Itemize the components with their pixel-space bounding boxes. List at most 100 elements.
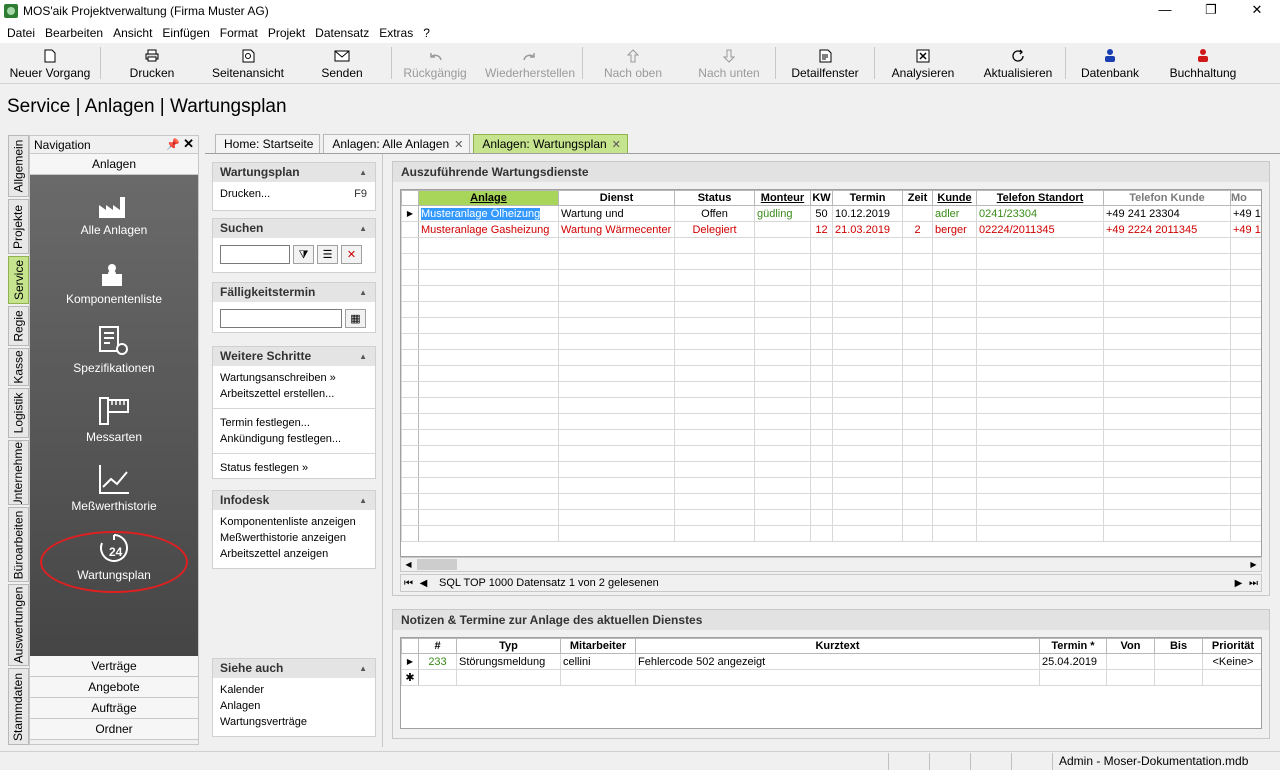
- accounting-button[interactable]: Buchhaltung: [1154, 43, 1252, 84]
- link-status-festlegen[interactable]: Status festlegen »: [220, 460, 368, 476]
- col-status[interactable]: Status: [674, 190, 755, 206]
- vtab-allgemein[interactable]: Allgemein: [8, 135, 29, 197]
- link-wartungsvertraege[interactable]: Wartungsverträge: [220, 714, 368, 730]
- nav-item-spezifikationen[interactable]: Spezifikationen: [30, 321, 198, 387]
- first-record-icon[interactable]: ⏮: [401, 578, 416, 589]
- filter-icon[interactable]: ⧩: [293, 245, 314, 264]
- filter-list-icon[interactable]: ☰: [317, 245, 338, 264]
- undo-button[interactable]: Rückgängig: [392, 43, 478, 84]
- table-row[interactable]: Musteranlage Gasheizung Wartung Wärmecen…: [401, 221, 1261, 238]
- search-input[interactable]: [220, 245, 290, 264]
- col-von[interactable]: Von: [1106, 638, 1155, 654]
- nav-section-auftraege[interactable]: Aufträge: [30, 698, 198, 719]
- refresh-button[interactable]: Aktualisieren: [971, 43, 1065, 84]
- print-link[interactable]: Drucken...: [220, 188, 270, 200]
- tab-alle-anlagen[interactable]: Anlagen: Alle Anlagen ✕: [323, 134, 471, 153]
- nav-section-vertraege[interactable]: Verträge: [30, 656, 198, 677]
- collapse-chevron-icon[interactable]: ▲: [359, 219, 367, 238]
- table-row[interactable]: ▶ Musteranlage Ölheizung Wartung und Off…: [401, 205, 1261, 222]
- preview-button[interactable]: Seitenansicht: [203, 43, 293, 84]
- horizontal-scrollbar[interactable]: ◀ ▶: [400, 557, 1262, 572]
- move-up-button[interactable]: Nach oben: [583, 43, 683, 84]
- nav-item-messwerthistorie[interactable]: Meßwerthistorie: [30, 459, 198, 525]
- col-kw[interactable]: KW: [810, 190, 833, 206]
- due-date-input[interactable]: [220, 309, 342, 328]
- col-monteur[interactable]: Monteur: [754, 190, 811, 206]
- vtab-logistik[interactable]: Logistik: [8, 388, 29, 438]
- menu-ansicht[interactable]: Ansicht: [108, 26, 157, 40]
- tab-home-startseite[interactable]: Home: Startseite: [215, 134, 321, 153]
- col-termin[interactable]: Termin *: [1039, 638, 1107, 654]
- menu-bearbeiten[interactable]: Bearbeiten: [40, 26, 108, 40]
- calendar-icon[interactable]: ▦: [345, 309, 366, 328]
- close-button[interactable]: ✕: [1234, 0, 1280, 22]
- last-record-icon[interactable]: ⏭: [1246, 578, 1261, 589]
- collapse-chevron-icon[interactable]: ▲: [359, 491, 367, 510]
- menu-format[interactable]: Format: [215, 26, 263, 40]
- collapse-chevron-icon[interactable]: ▲: [359, 659, 367, 678]
- tab-wartungsplan[interactable]: Anlagen: Wartungsplan ✕: [473, 134, 628, 153]
- minimize-button[interactable]: —: [1142, 0, 1188, 22]
- scroll-left-icon[interactable]: ◀: [401, 558, 416, 571]
- nav-section-anlagen[interactable]: Anlagen: [30, 154, 198, 175]
- col-nummer[interactable]: #: [418, 638, 457, 654]
- col-typ[interactable]: Typ: [456, 638, 561, 654]
- collapse-chevron-icon[interactable]: ▲: [359, 163, 367, 182]
- next-record-icon[interactable]: ▶: [1231, 578, 1246, 589]
- new-row[interactable]: ✱: [401, 669, 1261, 686]
- menu-extras[interactable]: Extras: [374, 26, 418, 40]
- link-arbeitszettel-anzeigen[interactable]: Arbeitszettel anzeigen: [220, 546, 368, 562]
- col-anlage[interactable]: Anlage: [418, 190, 559, 206]
- scroll-right-icon[interactable]: ▶: [1246, 558, 1261, 571]
- link-ankuendigung-festlegen[interactable]: Ankündigung festlegen...: [220, 431, 368, 447]
- table-row[interactable]: ▶ 233 Störungsmeldung cellini Fehlercode…: [401, 653, 1261, 670]
- maximize-button[interactable]: ❐: [1188, 0, 1234, 22]
- col-mitarbeiter[interactable]: Mitarbeiter: [560, 638, 636, 654]
- nav-section-angebote[interactable]: Angebote: [30, 677, 198, 698]
- col-termin[interactable]: Termin: [832, 190, 903, 206]
- vtab-service[interactable]: Service: [8, 256, 29, 304]
- pin-icon[interactable]: 📌: [166, 138, 180, 151]
- link-anlagen[interactable]: Anlagen: [220, 698, 368, 714]
- vtab-kasse[interactable]: Kasse: [8, 348, 29, 386]
- col-mobil[interactable]: Mo: [1230, 190, 1261, 206]
- new-button[interactable]: Neuer Vorgang: [0, 43, 100, 84]
- col-bis[interactable]: Bis: [1154, 638, 1203, 654]
- print-button[interactable]: Drucken: [101, 43, 203, 84]
- collapse-chevron-icon[interactable]: ▲: [359, 347, 367, 366]
- scrollbar-thumb[interactable]: [417, 559, 457, 570]
- previous-record-icon[interactable]: ◀: [416, 578, 431, 589]
- col-telefon-kunde[interactable]: Telefon Kunde: [1103, 190, 1231, 206]
- collapse-chevron-icon[interactable]: ▲: [359, 283, 367, 302]
- col-dienst[interactable]: Dienst: [558, 190, 675, 206]
- close-navigation-icon[interactable]: ✕: [183, 136, 194, 152]
- link-komponentenliste-anzeigen[interactable]: Komponentenliste anzeigen: [220, 514, 368, 530]
- link-wartungsanschreiben[interactable]: Wartungsanschreiben »: [220, 370, 368, 386]
- menu-datei[interactable]: Datei: [2, 26, 40, 40]
- detail-window-button[interactable]: Detailfenster: [776, 43, 874, 84]
- vtab-stammdaten[interactable]: Stammdaten: [8, 668, 29, 745]
- vtab-bueroarbeiten[interactable]: Büroarbeiten: [8, 507, 29, 582]
- vtab-projekte[interactable]: Projekte: [8, 199, 29, 254]
- nav-section-ordner[interactable]: Ordner: [30, 719, 198, 740]
- move-down-button[interactable]: Nach unten: [683, 43, 775, 84]
- link-termin-festlegen[interactable]: Termin festlegen...: [220, 415, 368, 431]
- menu-einfuegen[interactable]: Einfügen: [157, 26, 214, 40]
- col-zeit[interactable]: Zeit: [902, 190, 933, 206]
- nav-item-messarten[interactable]: Messarten: [30, 390, 198, 456]
- close-tab-icon[interactable]: ✕: [454, 138, 463, 151]
- redo-button[interactable]: Wiederherstellen: [478, 43, 582, 84]
- col-kunde[interactable]: Kunde: [932, 190, 977, 206]
- clear-filter-icon[interactable]: ✕: [341, 245, 362, 264]
- menu-datensatz[interactable]: Datensatz: [310, 26, 374, 40]
- link-arbeitszettel-erstellen[interactable]: Arbeitszettel erstellen...: [220, 386, 368, 402]
- link-messwerthistorie-anzeigen[interactable]: Meßwerthistorie anzeigen: [220, 530, 368, 546]
- nav-item-alle-anlagen[interactable]: Alle Anlagen: [30, 183, 198, 249]
- menu-help[interactable]: ?: [418, 26, 435, 40]
- nav-item-komponentenliste[interactable]: Komponentenliste: [30, 252, 198, 318]
- database-button[interactable]: Datenbank: [1066, 43, 1154, 84]
- close-tab-icon[interactable]: ✕: [612, 138, 621, 151]
- col-telefon-standort[interactable]: Telefon Standort: [976, 190, 1104, 206]
- analyze-button[interactable]: Analysieren: [875, 43, 971, 84]
- vtab-regie[interactable]: Regie: [8, 306, 29, 346]
